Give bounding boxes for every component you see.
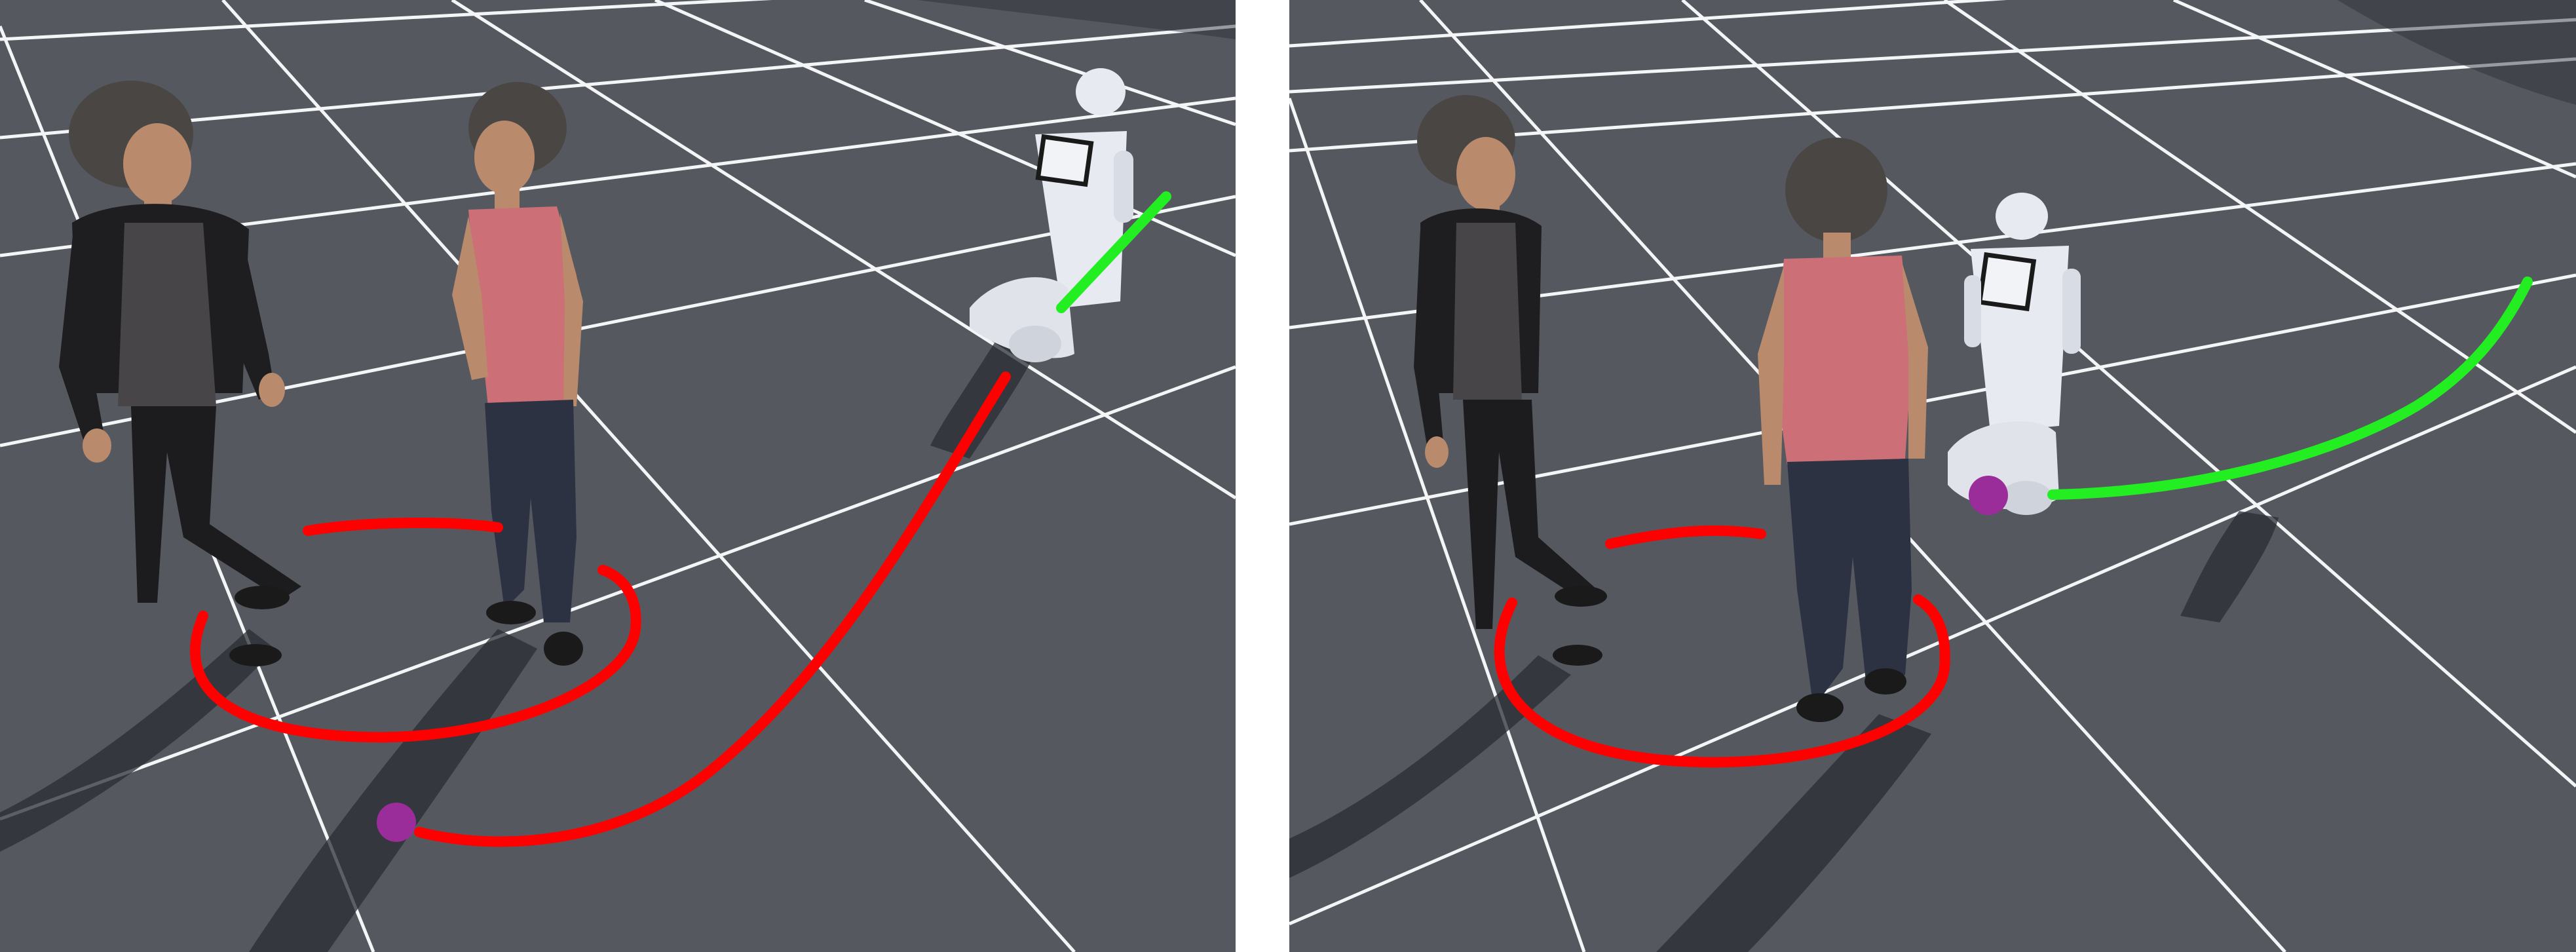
- goal-marker: [377, 803, 416, 842]
- scene-panel-right: [1289, 0, 2576, 952]
- scene-right-svg: [1289, 0, 2576, 952]
- scene-panel-left: [0, 0, 1236, 952]
- scene-left-svg: [0, 0, 1236, 952]
- goal-marker: [1969, 476, 2008, 515]
